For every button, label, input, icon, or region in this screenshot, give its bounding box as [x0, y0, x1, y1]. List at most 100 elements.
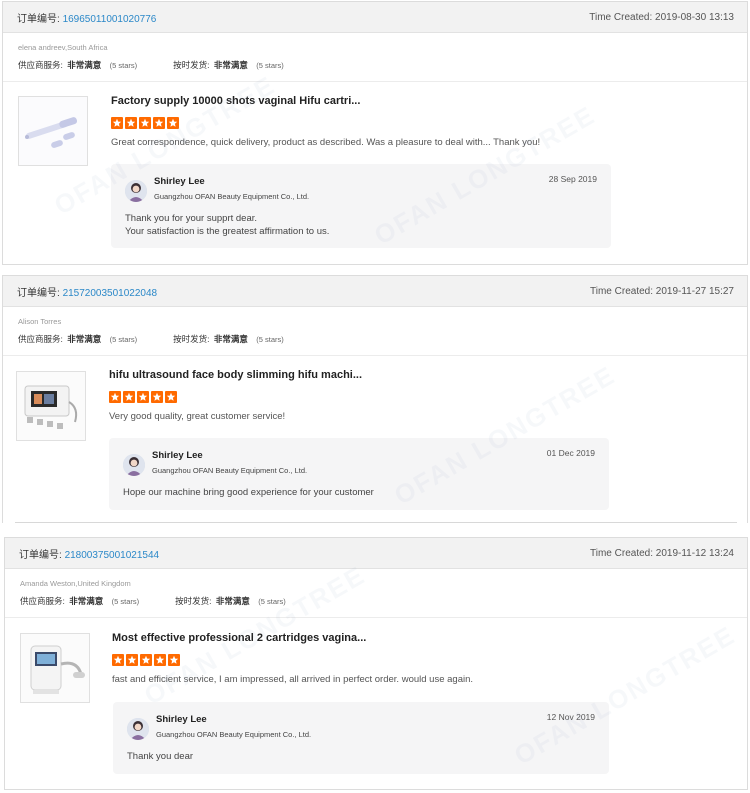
supplier-service-rating: 供应商服务: 非常满意 (5 stars): [18, 59, 137, 71]
product-title-link[interactable]: Factory supply 10000 shots vaginal Hifu …: [111, 95, 360, 107]
star-icon: [153, 117, 165, 129]
time-created-label: Time Created:: [590, 285, 653, 297]
on-time-label: 按时发货:: [173, 334, 210, 344]
supplier-service-stars: (5 stars): [109, 335, 138, 344]
seller-reply: Shirley Lee Guangzhou OFAN Beauty Equipm…: [113, 702, 609, 774]
star-icon: [111, 117, 123, 129]
buyer-ratings: 供应商服务: 非常满意 (5 stars) 按时发货: 非常满意 (5 star…: [20, 595, 747, 607]
buyer-feedback: Very good quality, great customer servic…: [109, 411, 286, 422]
supplier-service-rating: 供应商服务: 非常满意 (5 stars): [18, 333, 137, 345]
on-time-value: 非常满意: [213, 60, 248, 70]
star-icon: [140, 654, 152, 666]
supplier-service-value: 非常满意: [69, 596, 104, 606]
on-time-label: 按时发货:: [173, 60, 210, 70]
on-time-stars: (5 stars): [256, 335, 284, 344]
hifu-cartridge-icon: [19, 97, 87, 165]
reply-message-line: Hope our machine bring good experience f…: [123, 487, 374, 498]
on-time-delivery-rating: 按时发货: 非常满意 (5 stars): [173, 59, 284, 71]
order-header: 订单编号: 21800375001021544 Time Created: 20…: [5, 538, 747, 569]
seller-name: Shirley Lee: [152, 450, 203, 461]
order-number-link[interactable]: 16965011001020776: [63, 14, 157, 25]
buyer-ratings: 供应商服务: 非常满意 (5 stars) 按时发货: 非常满意 (5 star…: [18, 59, 747, 71]
reply-message-line: Thank you for your supprt dear.: [125, 213, 258, 224]
divider: [15, 522, 737, 523]
seller-name: Shirley Lee: [156, 714, 207, 725]
time-created-value: 2019-11-12 13:24: [655, 547, 734, 559]
seller-reply: Shirley Lee Guangzhou OFAN Beauty Equipm…: [109, 438, 609, 510]
avatar: [123, 454, 145, 476]
vaginal-hifu-device-icon: [21, 634, 89, 702]
review-card: 订单编号: 21572003501022048 Time Created: 20…: [2, 275, 748, 523]
order-number-label: 订单编号:: [19, 549, 62, 561]
star-icon: [112, 654, 124, 666]
rating-stars: [111, 117, 179, 129]
seller-avatar-icon: [127, 718, 149, 740]
time-created: Time Created: 2019-11-12 13:24: [590, 548, 734, 559]
on-time-stars: (5 stars): [258, 597, 286, 606]
product-title-link[interactable]: Most effective professional 2 cartridges…: [112, 632, 366, 644]
order-header: 订单编号: 21572003501022048 Time Created: 20…: [3, 276, 747, 307]
supplier-service-label: 供应商服务:: [18, 60, 63, 70]
review-card: 订单编号: 21800375001021544 Time Created: 20…: [4, 537, 748, 790]
star-icon: [165, 391, 177, 403]
on-time-delivery-rating: 按时发货: 非常满意 (5 stars): [173, 333, 284, 345]
product-thumbnail[interactable]: [18, 96, 88, 166]
rating-stars: [112, 654, 180, 666]
time-created-value: 2019-08-30 13:13: [655, 11, 734, 23]
buyer-feedback: fast and efficient service, I am impress…: [112, 674, 474, 685]
reply-message: Thank you for your supprt dear. Your sat…: [125, 212, 329, 238]
on-time-label: 按时发货:: [175, 596, 212, 606]
avatar: [125, 180, 147, 202]
buyer-name: elena andreev,South Africa: [18, 43, 108, 52]
reply-message: Thank you dear: [127, 750, 193, 763]
seller-name: Shirley Lee: [154, 176, 205, 187]
star-icon: [123, 391, 135, 403]
seller-company: Guangzhou OFAN Beauty Equipment Co., Ltd…: [154, 192, 310, 201]
supplier-service-stars: (5 stars): [111, 597, 140, 606]
buyer-ratings: 供应商服务: 非常满意 (5 stars) 按时发货: 非常满意 (5 star…: [18, 333, 747, 345]
order-header: 订单编号: 16965011001020776 Time Created: 20…: [3, 2, 747, 33]
on-time-delivery-rating: 按时发货: 非常满意 (5 stars): [175, 595, 286, 607]
supplier-service-label: 供应商服务:: [18, 334, 63, 344]
reply-date: 28 Sep 2019: [548, 174, 597, 184]
product-thumbnail[interactable]: [20, 633, 90, 703]
reply-date: 12 Nov 2019: [546, 712, 595, 722]
rating-stars: [109, 391, 177, 403]
avatar: [127, 718, 149, 740]
product-title-link[interactable]: hifu ultrasound face body slimming hifu …: [109, 369, 362, 381]
order-number-link[interactable]: 21572003501022048: [63, 288, 158, 299]
reply-message: Hope our machine bring good experience f…: [123, 486, 374, 499]
time-created: Time Created: 2019-08-30 13:13: [589, 12, 734, 23]
reply-date: 01 Dec 2019: [546, 448, 595, 458]
star-icon: [125, 117, 137, 129]
order-number-label: 订单编号:: [17, 287, 60, 299]
supplier-service-stars: (5 stars): [109, 61, 138, 70]
time-created: Time Created: 2019-11-27 15:27: [590, 286, 734, 297]
buyer-info: Alison Torres 供应商服务: 非常满意 (5 stars) 按时发货…: [3, 307, 747, 356]
buyer-feedback: Great correspondence, quick delivery, pr…: [111, 137, 541, 148]
supplier-service-value: 非常满意: [67, 60, 102, 70]
reply-message-line: Thank you dear: [127, 751, 194, 762]
star-icon: [109, 391, 121, 403]
star-icon: [151, 391, 163, 403]
seller-reply: Shirley Lee Guangzhou OFAN Beauty Equipm…: [111, 164, 611, 248]
product-thumbnail[interactable]: [16, 371, 86, 441]
buyer-name: Alison Torres: [18, 317, 62, 326]
star-icon: [168, 654, 180, 666]
star-icon: [137, 391, 149, 403]
seller-company: Guangzhou OFAN Beauty Equipment Co., Ltd…: [156, 730, 312, 739]
seller-avatar-icon: [125, 180, 147, 202]
on-time-stars: (5 stars): [256, 61, 284, 70]
order-number-link[interactable]: 21800375001021544: [65, 550, 160, 561]
hifu-machine-icon: [17, 372, 85, 440]
time-created-label: Time Created:: [590, 547, 653, 559]
reply-message-line: Your satisfaction is the greatest affirm…: [125, 226, 330, 237]
on-time-value: 非常满意: [215, 596, 250, 606]
on-time-value: 非常满意: [213, 334, 248, 344]
review-card: 订单编号: 16965011001020776 Time Created: 20…: [2, 1, 748, 265]
seller-company: Guangzhou OFAN Beauty Equipment Co., Ltd…: [152, 466, 308, 475]
buyer-info: Amanda Weston,United Kingdom 供应商服务: 非常满意…: [5, 569, 747, 618]
order-number-label: 订单编号:: [17, 13, 60, 25]
star-icon: [167, 117, 179, 129]
buyer-name: Amanda Weston,United Kingdom: [20, 579, 131, 588]
